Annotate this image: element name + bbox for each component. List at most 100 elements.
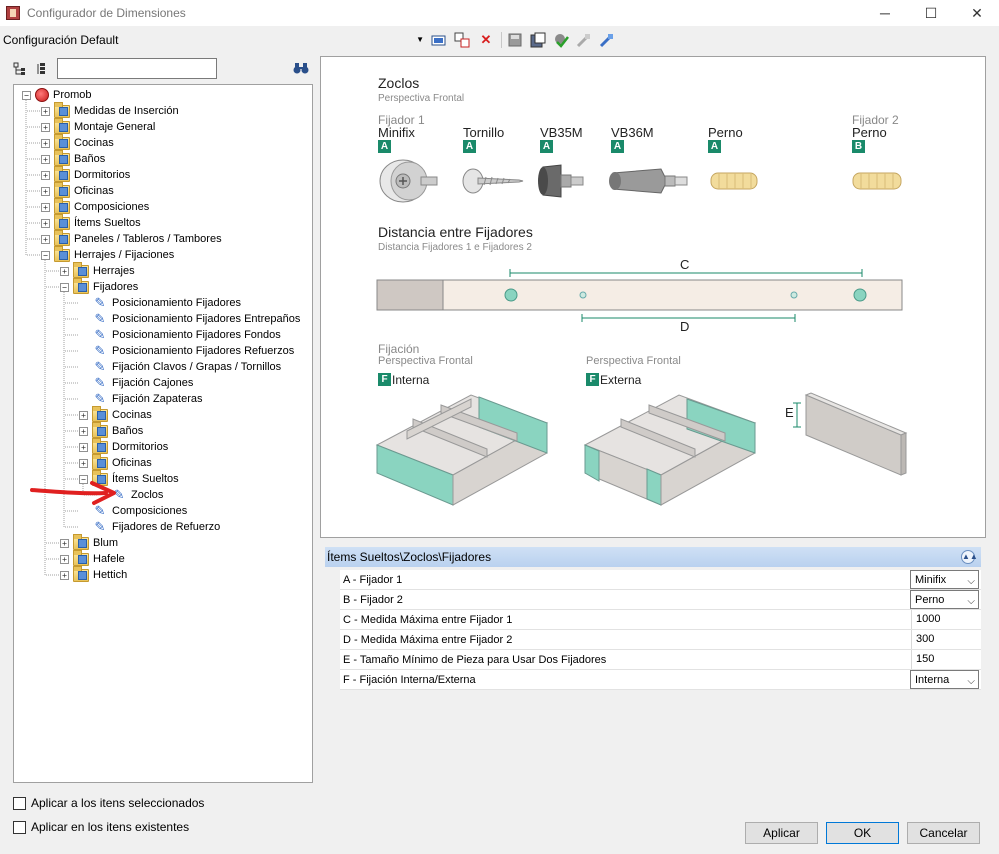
apply-existing-checkbox[interactable]: Aplicar en los itens existentes xyxy=(13,820,189,834)
expand-icon[interactable]: + xyxy=(79,458,88,468)
expand-icon[interactable]: + xyxy=(41,186,50,196)
expand-icon[interactable]: + xyxy=(60,538,69,548)
expand-icon[interactable]: + xyxy=(60,554,69,564)
config-select[interactable]: Configuración Default ▼ xyxy=(2,30,426,50)
tree-item[interactable]: ✎ Posicionamiento Fijadores Entrepaños xyxy=(79,311,301,327)
property-select[interactable]: Interna ⌵ xyxy=(910,670,979,689)
expand-icon[interactable]: + xyxy=(79,426,88,436)
tree-search-input[interactable] xyxy=(57,58,217,79)
expand-icon[interactable]: + xyxy=(41,154,50,164)
apply-button[interactable]: Aplicar xyxy=(745,822,818,844)
property-row[interactable]: C - Medida Máxima entre Fijador 1 1000 xyxy=(340,610,981,630)
tree-item-label: Oficinas xyxy=(74,185,114,197)
properties-header[interactable]: Ítems Sueltos\Zoclos\Fijadores ▲▲ xyxy=(325,547,981,567)
chevron-down-icon: ▼ xyxy=(416,35,424,44)
folder-icon xyxy=(54,101,70,118)
folder-icon xyxy=(54,149,70,166)
property-value: 300 xyxy=(916,633,935,645)
property-row[interactable]: B - Fijador 2 Perno ⌵ xyxy=(340,590,981,610)
property-input[interactable]: 1000 xyxy=(911,610,981,629)
tree-item[interactable]: + Hafele xyxy=(60,549,125,567)
expand-icon[interactable]: + xyxy=(41,202,50,212)
save-icon[interactable] xyxy=(507,32,523,48)
item-icon: ✎ xyxy=(94,343,106,358)
expand-icon[interactable]: + xyxy=(41,122,50,132)
copy-config-icon[interactable] xyxy=(454,32,470,48)
expand-icon[interactable]: + xyxy=(41,170,50,180)
delete-icon[interactable]: ✕ xyxy=(478,32,494,48)
expand-icon[interactable]: + xyxy=(41,218,50,228)
folder-icon xyxy=(73,277,89,294)
collapse-tree-icon[interactable] xyxy=(35,61,51,77)
tree-item[interactable]: + Blum xyxy=(60,533,118,551)
tree-item[interactable]: − Herrajes / Fijaciones xyxy=(41,245,174,263)
expand-icon[interactable]: + xyxy=(60,570,69,580)
expand-icon[interactable]: + xyxy=(41,106,50,116)
expand-icon[interactable]: + xyxy=(60,266,69,276)
checkbox-box[interactable] xyxy=(13,820,26,834)
settings-check-icon[interactable] xyxy=(553,32,569,48)
folder-icon xyxy=(54,133,70,150)
ok-button[interactable]: OK xyxy=(826,822,899,844)
property-row[interactable]: F - Fijación Interna/Externa Interna ⌵ xyxy=(340,670,981,690)
property-select[interactable]: Minifix ⌵ xyxy=(910,570,979,589)
tree-connector xyxy=(63,292,78,464)
maximize-button[interactable]: ☐ xyxy=(908,0,954,26)
tree-item[interactable]: + Hettich xyxy=(60,565,127,583)
import-icon[interactable] xyxy=(576,32,592,48)
tree-item[interactable]: + Baños xyxy=(41,149,105,167)
expand-icon[interactable]: + xyxy=(79,410,88,420)
expand-tree-icon[interactable] xyxy=(12,61,28,77)
binoculars-icon[interactable] xyxy=(293,60,309,76)
property-row[interactable]: A - Fijador 1 Minifix ⌵ xyxy=(340,570,981,590)
tree-item[interactable]: ✎ Fijadores de Refuerzo xyxy=(79,519,221,535)
tree-item[interactable]: + Oficinas xyxy=(79,453,152,471)
property-row[interactable]: E - Tamaño Mínimo de Pieza para Usar Dos… xyxy=(340,650,981,670)
collapse-icon[interactable]: − xyxy=(41,250,50,260)
tree-item[interactable]: ✎ Fijación Cajones xyxy=(79,375,194,391)
export-icon[interactable] xyxy=(599,32,615,48)
minimize-button[interactable]: ─ xyxy=(862,0,908,26)
tree-view[interactable]: − Promob + Medidas de Inserción + Montaje Gen… xyxy=(13,84,313,783)
property-select[interactable]: Perno ⌵ xyxy=(910,590,979,609)
config-select-value: Configuración Default xyxy=(3,33,119,47)
tree-item[interactable]: ✎ Posicionamiento Fijadores Fondos xyxy=(79,327,281,343)
tree-item[interactable]: + Oficinas xyxy=(41,181,114,199)
tree-item-label: Composiciones xyxy=(74,201,150,213)
apply-selected-checkbox[interactable]: Aplicar a los itens seleccionados xyxy=(13,796,204,810)
item-icon: ✎ xyxy=(94,375,106,390)
tree-item[interactable]: + Paneles / Tableros / Tambores xyxy=(41,229,222,247)
tree-item[interactable]: + Cocinas xyxy=(79,405,152,423)
tree-item-label: Zoclos xyxy=(131,489,164,501)
tree-item[interactable]: + Cocinas xyxy=(41,133,114,151)
tree-item[interactable]: ✎ Posicionamiento Fijadores Refuerzos xyxy=(79,343,295,359)
chevron-down-icon[interactable]: ⌵ xyxy=(967,672,975,691)
chevron-down-icon[interactable]: ⌵ xyxy=(967,592,975,611)
apply-config-icon[interactable] xyxy=(431,32,447,48)
collapse-icon[interactable]: ▲▲ xyxy=(961,550,978,564)
chevron-down-icon[interactable]: ⌵ xyxy=(967,572,975,591)
expand-icon[interactable]: + xyxy=(41,234,50,244)
property-input[interactable]: 300 xyxy=(911,630,981,649)
panel-e-illustration xyxy=(793,392,908,476)
expand-icon[interactable]: + xyxy=(79,442,88,452)
tree-item-label: Montaje General xyxy=(74,121,156,133)
item-icon: ✎ xyxy=(94,519,106,534)
tree-item-label: Posicionamiento Fijadores Refuerzos xyxy=(112,345,295,357)
expand-icon[interactable]: + xyxy=(41,138,50,148)
tree-item-label: Fijadores de Refuerzo xyxy=(112,521,221,533)
property-input[interactable]: 150 xyxy=(911,650,981,669)
checkbox-box[interactable] xyxy=(13,796,26,810)
tree-item[interactable]: + Baños xyxy=(79,421,143,439)
save-as-icon[interactable] xyxy=(530,32,546,48)
tree-item[interactable]: ✎ Posicionamiento Fijadores xyxy=(79,295,241,311)
tree-item[interactable]: − Fijadores xyxy=(60,277,138,295)
property-name: B - Fijador 2 xyxy=(343,594,403,606)
close-button[interactable]: ✕ xyxy=(954,0,999,26)
property-row[interactable]: D - Medida Máxima entre Fijador 2 300 xyxy=(340,630,981,650)
tree-item[interactable]: + Herrajes xyxy=(60,261,135,279)
tree-item[interactable]: ✎ Fijación Clavos / Grapas / Tornillos xyxy=(79,359,282,375)
collapse-icon[interactable]: − xyxy=(60,282,69,292)
cancel-button[interactable]: Cancelar xyxy=(907,822,980,844)
collapse-icon[interactable]: − xyxy=(22,90,31,100)
